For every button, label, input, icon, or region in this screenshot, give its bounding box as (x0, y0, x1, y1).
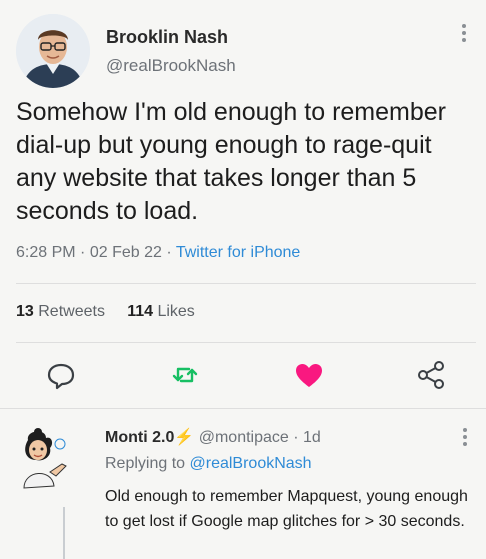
lightning-icon: ⚡ (174, 429, 195, 446)
reply-age: 1d (303, 429, 321, 446)
divider (16, 342, 476, 343)
author-avatar[interactable] (16, 14, 90, 88)
replying-prefix: Replying to (105, 455, 186, 472)
meta-separator: · (166, 244, 176, 261)
retweets-count[interactable]: 13 (16, 303, 34, 320)
reply-author-name[interactable]: Monti 2.0 (105, 429, 174, 446)
tweet-time: 6:28 PM (16, 244, 76, 261)
reply-header: Monti 2.0⚡ @montipace · 1d (105, 427, 321, 447)
author-handle[interactable]: @realBrookNash (106, 56, 236, 76)
tweet-stats: 13 Retweets 114 Likes (16, 303, 195, 321)
tweet-meta: 6:28 PM · 02 Feb 22 · Twitter for iPhone (16, 244, 300, 262)
divider (0, 408, 486, 409)
divider (16, 283, 476, 284)
tweet-text: Somehow I'm old enough to remember dial-… (16, 98, 446, 225)
replying-to: Replying to @realBrookNash (105, 455, 312, 473)
likes-label[interactable]: Likes (157, 303, 194, 320)
retweet-icon[interactable] (168, 358, 202, 392)
meta-separator: · (293, 429, 299, 446)
reply-text: Old enough to remember Mapquest, young e… (105, 488, 468, 530)
reply-author-handle[interactable]: @montipace (199, 429, 289, 446)
tweet-source[interactable]: Twitter for iPhone (176, 244, 301, 261)
retweets-label[interactable]: Retweets (38, 303, 105, 320)
thread-line (63, 507, 65, 559)
reply-more-options-icon[interactable] (458, 428, 472, 452)
more-options-icon[interactable] (456, 24, 472, 48)
heart-icon[interactable] (292, 358, 326, 392)
replying-to-handle[interactable]: @realBrookNash (190, 455, 312, 472)
author-name[interactable]: Brooklin Nash (106, 27, 228, 48)
reply-icon[interactable] (44, 358, 78, 392)
likes-count[interactable]: 114 (127, 303, 153, 320)
share-icon[interactable] (414, 358, 448, 392)
reply-avatar[interactable] (12, 428, 72, 498)
tweet-date: 02 Feb 22 (89, 244, 162, 261)
meta-separator: · (80, 244, 90, 261)
